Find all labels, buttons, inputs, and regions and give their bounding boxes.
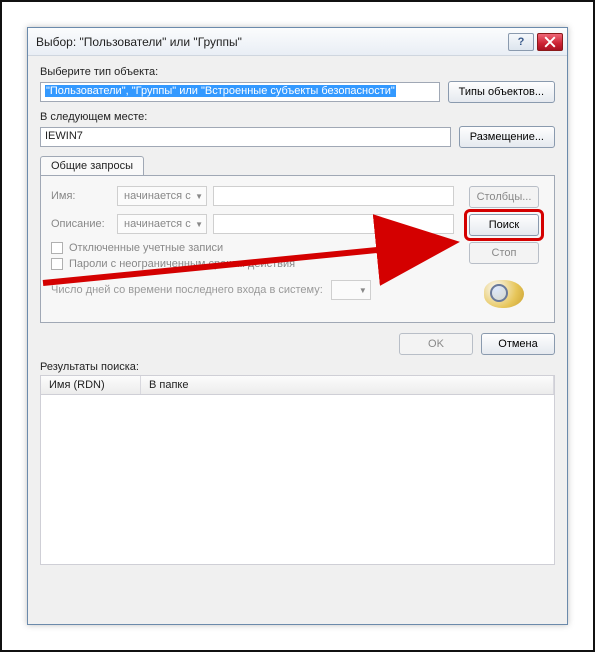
pw-never-expires-checkbox[interactable]: Пароли с неограниченным сроком действия (51, 258, 454, 270)
titlebar: Выбор: "Пользователи" или "Группы" ? (28, 28, 567, 56)
dialog-buttons: OK Отмена (40, 333, 555, 355)
object-types-button[interactable]: Типы объектов... (448, 81, 555, 103)
chevron-down-icon: ▼ (195, 192, 203, 201)
object-type-section: Выберите тип объекта: "Пользователи", "Г… (40, 66, 555, 103)
name-starts-text: начинается с (124, 190, 191, 202)
desc-row: Описание: начинается с ▼ (51, 214, 454, 234)
checkbox-box (51, 258, 63, 270)
chevron-down-icon: ▼ (195, 220, 203, 229)
chevron-down-icon: ▼ (359, 286, 367, 295)
outer-frame: Выбор: "Пользователи" или "Группы" ? Выб… (0, 0, 595, 652)
object-type-label: Выберите тип объекта: (40, 66, 555, 78)
search-button-highlight: Поиск (469, 214, 539, 236)
close-button[interactable] (537, 33, 563, 51)
columns-button: Столбцы... (469, 186, 539, 208)
desc-input[interactable] (213, 214, 454, 234)
object-type-value: "Пользователи", "Группы" или "Встроенные… (45, 85, 396, 97)
desc-starts-dropdown[interactable]: начинается с ▼ (117, 214, 207, 234)
cancel-button[interactable]: Отмена (481, 333, 555, 355)
results-body[interactable] (40, 395, 555, 565)
content-area: Выберите тип объекта: "Пользователи", "Г… (28, 56, 567, 575)
close-icon (544, 36, 556, 48)
days-row: Число дней со времени последнего входа в… (51, 280, 454, 300)
tabs: Общие запросы (40, 156, 555, 175)
column-name[interactable]: Имя (RDN) (41, 376, 141, 394)
location-field[interactable]: IEWIN7 (40, 127, 451, 147)
location-section: В следующем месте: IEWIN7 Размещение... (40, 111, 555, 148)
tab-common-queries[interactable]: Общие запросы (40, 156, 144, 175)
stop-button: Стоп (469, 242, 539, 264)
query-form: Имя: начинается с ▼ Описание: начинается… (51, 186, 454, 308)
name-label: Имя: (51, 190, 111, 202)
column-folder[interactable]: В папке (141, 376, 554, 394)
magnifier-icon (484, 280, 524, 308)
results-label: Результаты поиска: (40, 361, 555, 373)
location-label: В следующем месте: (40, 111, 555, 123)
days-dropdown[interactable]: ▼ (331, 280, 371, 300)
search-button[interactable]: Поиск (469, 214, 539, 236)
name-starts-dropdown[interactable]: начинается с ▼ (117, 186, 207, 206)
disabled-accounts-label: Отключенные учетные записи (69, 242, 223, 254)
locations-button[interactable]: Размещение... (459, 126, 555, 148)
disabled-accounts-checkbox[interactable]: Отключенные учетные записи (51, 242, 454, 254)
desc-label: Описание: (51, 218, 111, 230)
checkbox-box (51, 242, 63, 254)
window-title: Выбор: "Пользователи" или "Группы" (36, 35, 508, 49)
side-buttons: Столбцы... Поиск Стоп (464, 186, 544, 308)
dialog-window: Выбор: "Пользователи" или "Группы" ? Выб… (27, 27, 568, 625)
desc-starts-text: начинается с (124, 218, 191, 230)
tab-panel: Имя: начинается с ▼ Описание: начинается… (40, 175, 555, 323)
help-button[interactable]: ? (508, 33, 534, 51)
results-header: Имя (RDN) В папке (40, 375, 555, 395)
days-label: Число дней со времени последнего входа в… (51, 284, 323, 296)
object-type-field[interactable]: "Пользователи", "Группы" или "Встроенные… (40, 82, 440, 102)
name-row: Имя: начинается с ▼ (51, 186, 454, 206)
name-input[interactable] (213, 186, 454, 206)
ok-button: OK (399, 333, 473, 355)
window-controls: ? (508, 33, 563, 51)
pw-never-label: Пароли с неограниченным сроком действия (69, 258, 295, 270)
